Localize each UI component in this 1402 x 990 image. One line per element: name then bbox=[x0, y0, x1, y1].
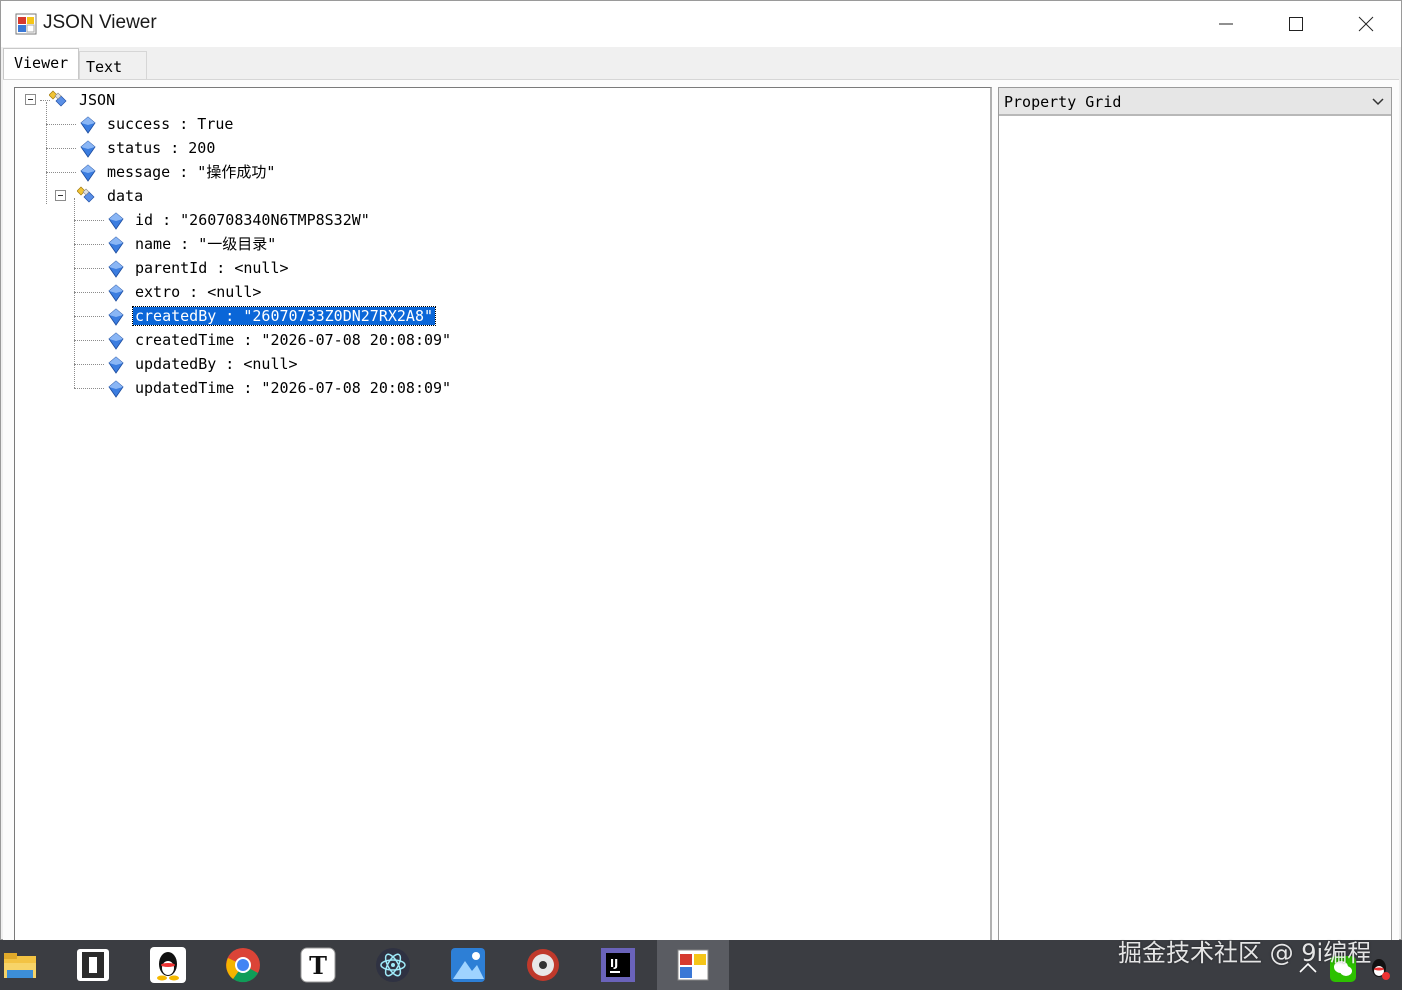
maximize-button[interactable] bbox=[1261, 1, 1331, 47]
tree-connector bbox=[74, 220, 104, 221]
taskbar-qq[interactable] bbox=[138, 940, 198, 990]
title-bar[interactable]: JSON Viewer bbox=[1, 1, 1401, 47]
tree-connector bbox=[74, 292, 104, 293]
property-grid-title: Property Grid bbox=[1004, 93, 1122, 111]
value-node-icon bbox=[108, 380, 124, 398]
object-node-icon bbox=[49, 90, 67, 107]
tree-node-label: createdTime : "2026-07-08 20:08:09" bbox=[135, 331, 452, 349]
value-node-icon bbox=[108, 284, 124, 302]
value-node-icon bbox=[80, 116, 96, 134]
value-node-icon bbox=[80, 140, 96, 158]
tree-node-label: JSON bbox=[79, 91, 116, 109]
tree-node[interactable]: id : "260708340N6TMP8S32W" bbox=[133, 209, 372, 231]
tree-node-data[interactable]: data bbox=[105, 185, 145, 207]
taskbar-file-explorer[interactable] bbox=[0, 940, 40, 990]
svg-text:T: T bbox=[309, 951, 327, 980]
taskbar-app-terminal[interactable] bbox=[63, 940, 123, 990]
minimize-icon bbox=[1219, 23, 1233, 25]
value-node-icon bbox=[108, 212, 124, 230]
taskbar-electron[interactable] bbox=[363, 940, 423, 990]
tree-connector bbox=[74, 388, 104, 389]
app-icon bbox=[77, 949, 109, 981]
taskbar-intellij[interactable]: IJ bbox=[588, 940, 648, 990]
close-icon bbox=[1358, 16, 1374, 32]
tree-node-label: data bbox=[107, 187, 144, 205]
tree-connector bbox=[46, 172, 76, 173]
tree-node[interactable]: parentId : <null> bbox=[133, 257, 291, 279]
tree-connector bbox=[74, 364, 104, 365]
tree-connector bbox=[74, 316, 104, 317]
tree-node-label: updatedTime : "2026-07-08 20:08:09" bbox=[135, 379, 452, 397]
app-icon bbox=[15, 13, 37, 35]
tree-node-label: parentId : <null> bbox=[135, 259, 289, 277]
intellij-icon: IJ bbox=[601, 948, 635, 982]
watermark: 掘金技术社区 @ 9i编程 bbox=[1118, 939, 1372, 967]
tree-node-label: status : 200 bbox=[107, 139, 216, 157]
tree-connector bbox=[74, 340, 104, 341]
tree-connector bbox=[74, 198, 75, 388]
qq-icon bbox=[150, 947, 186, 983]
close-button[interactable] bbox=[1331, 1, 1401, 47]
tree-node[interactable]: updatedTime : "2026-07-08 20:08:09" bbox=[133, 377, 453, 399]
tab-text[interactable]: Text bbox=[79, 51, 147, 79]
tree-connector bbox=[46, 124, 76, 125]
collapse-toggle[interactable] bbox=[25, 94, 36, 105]
json-viewer-window: JSON Viewer Viewer Text JSON success: T… bbox=[0, 0, 1402, 947]
taskbar-json-viewer[interactable] bbox=[657, 940, 729, 990]
tree-node-label: id : "260708340N6TMP8S32W" bbox=[135, 211, 370, 229]
taskbar-photos[interactable] bbox=[438, 940, 498, 990]
tree-node-label: success : True bbox=[107, 115, 234, 133]
tree-node[interactable]: name : "一级目录" bbox=[133, 233, 278, 255]
maximize-icon bbox=[1289, 17, 1303, 31]
object-node-icon bbox=[77, 186, 95, 203]
value-node-icon bbox=[108, 260, 124, 278]
value-node-icon bbox=[108, 308, 124, 326]
tree-connector bbox=[46, 102, 47, 204]
tree-connector bbox=[74, 268, 104, 269]
minimize-button[interactable] bbox=[1191, 1, 1261, 47]
tree-node-label: createdBy : "26070733Z0DN27RX2A8" bbox=[131, 306, 437, 326]
tab-viewer[interactable]: Viewer bbox=[3, 48, 79, 79]
taskbar-typora[interactable]: T bbox=[288, 940, 348, 990]
value-node-icon bbox=[108, 236, 124, 254]
tree-node[interactable]: extro : <null> bbox=[133, 281, 263, 303]
value-node-icon bbox=[108, 356, 124, 374]
tree-node[interactable]: success : True bbox=[105, 113, 235, 135]
tree-node[interactable]: message : "操作成功" bbox=[105, 161, 277, 183]
tree-node[interactable]: createdTime : "2026-07-08 20:08:09" bbox=[133, 329, 453, 351]
taskbar-app-disc[interactable] bbox=[513, 940, 573, 990]
tree-node-label: message : "操作成功" bbox=[107, 163, 276, 181]
json-tree-view[interactable]: JSON success : True status : 200 message… bbox=[14, 87, 992, 947]
tree-node-root[interactable]: JSON bbox=[77, 89, 117, 111]
photos-icon bbox=[451, 948, 485, 982]
tab-content: JSON success : True status : 200 message… bbox=[3, 79, 1399, 947]
chrome-icon bbox=[226, 948, 260, 983]
tree-node[interactable]: status : 200 bbox=[105, 137, 217, 159]
value-node-icon bbox=[80, 164, 96, 182]
chevron-down-icon bbox=[1372, 98, 1384, 106]
property-grid-select[interactable]: Property Grid bbox=[999, 88, 1391, 116]
folder-icon bbox=[4, 953, 36, 978]
tree-node-label: extro : <null> bbox=[135, 283, 262, 301]
svg-text:IJ: IJ bbox=[610, 957, 618, 970]
taskbar-chrome[interactable] bbox=[213, 940, 273, 990]
value-node-icon bbox=[108, 332, 124, 350]
tab-strip: Viewer Text bbox=[1, 47, 1401, 79]
atom-icon bbox=[376, 948, 410, 982]
disc-icon bbox=[527, 949, 559, 981]
json-viewer-icon bbox=[677, 949, 709, 981]
tree-node-label: updatedBy : <null> bbox=[135, 355, 298, 373]
tree-node[interactable]: updatedBy : <null> bbox=[133, 353, 300, 375]
typora-icon: T bbox=[300, 947, 336, 983]
collapse-toggle[interactable] bbox=[55, 190, 66, 201]
property-grid-panel: Property Grid bbox=[998, 87, 1392, 947]
tree-connector bbox=[74, 244, 104, 245]
tree-node-selected[interactable]: createdBy : "26070733Z0DN27RX2A8" bbox=[131, 305, 437, 327]
tree-node-label: name : "一级目录" bbox=[135, 235, 277, 253]
window-title: JSON Viewer bbox=[43, 12, 157, 33]
tree-connector bbox=[46, 148, 76, 149]
